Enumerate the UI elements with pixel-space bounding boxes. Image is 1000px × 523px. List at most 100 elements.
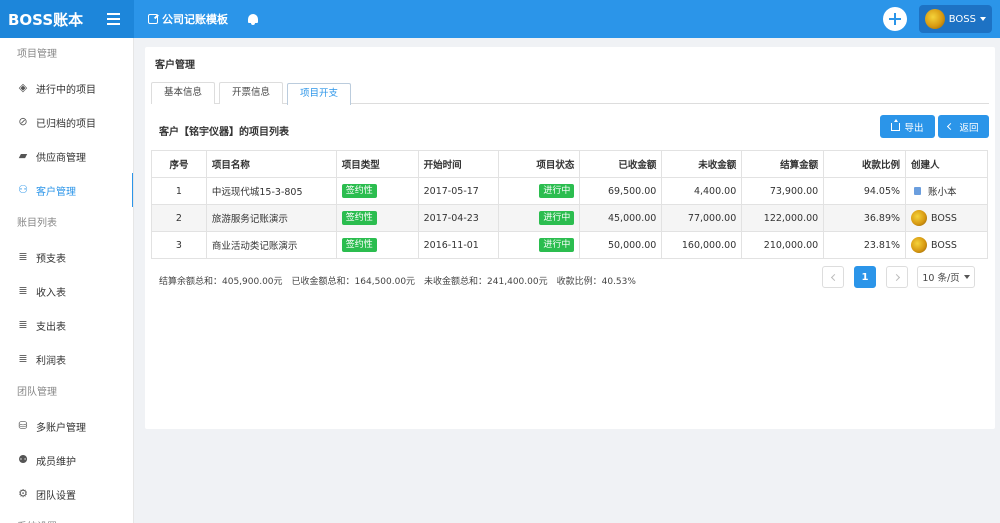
hamburger-menu-icon[interactable] — [107, 13, 121, 25]
sidebar-group-title: 系统设置 — [0, 511, 133, 523]
table-cell-unreceived: 160,000.00 — [661, 231, 743, 259]
column-header: 结算金额 — [741, 150, 825, 178]
column-header: 开始时间 — [417, 150, 499, 178]
sidebar-item[interactable]: ≣ 支出表 — [0, 308, 133, 342]
bell-icon[interactable] — [248, 13, 258, 25]
column-header: 未收金额 — [661, 150, 743, 178]
tab[interactable]: 基本信息 — [151, 82, 216, 104]
project-type-cell: 签约性 — [335, 177, 419, 205]
table-cell-ratio: 36.89% — [823, 204, 907, 232]
sidebar-item-label: 预支表 — [36, 253, 66, 265]
sidebar-item[interactable]: ⛁ 多账户管理 — [0, 409, 133, 443]
status-badge: 进行中 — [539, 211, 575, 225]
table-cell-settled: 73,900.00 — [741, 177, 825, 205]
column-header: 收款比例 — [823, 150, 907, 178]
table-cell-name: 中远现代城15-3-805 — [205, 177, 337, 205]
sidebar-item[interactable]: ▰ 供应商管理 — [0, 139, 133, 173]
chevron-right-icon — [892, 273, 900, 281]
project-type-badge: 签约性 — [341, 211, 377, 225]
project-type-badge: 签约性 — [341, 184, 377, 198]
project-status-cell: 进行中 — [497, 177, 581, 205]
pagination: 1 — [822, 266, 908, 288]
creator-cell: 账小本 — [905, 177, 988, 205]
database-icon: ≣ — [18, 250, 28, 263]
avatar — [911, 210, 928, 226]
column-header: 项目名称 — [205, 150, 337, 178]
avatar — [924, 9, 945, 29]
sidebar-item[interactable]: ≣ 预支表 — [0, 240, 133, 274]
brand-logo-text: BOSS账本 — [8, 10, 84, 29]
project-type-cell: 签约性 — [335, 204, 419, 232]
export-label: 导出 — [904, 122, 924, 134]
database-icon: ≣ — [18, 352, 28, 365]
status-badge: 进行中 — [539, 184, 575, 198]
sidebar-item[interactable]: ◈ 进行中的项目 — [0, 71, 133, 105]
sidebar-item-label: 支出表 — [36, 321, 66, 333]
creator: BOSS — [911, 237, 982, 253]
next-page-button[interactable] — [886, 266, 908, 288]
table-cell-unreceived: 4,400.00 — [661, 177, 743, 205]
sidebar-group-title: 团队管理 — [17, 387, 57, 398]
avatar — [911, 237, 928, 253]
sidebar-item[interactable]: ≣ 利润表 — [0, 342, 133, 376]
column-header: 创建人 — [905, 150, 988, 178]
sidebar-item[interactable]: ⊘ 已归档的项目 — [0, 105, 133, 139]
caret-down-icon — [980, 17, 986, 21]
page-button-current[interactable]: 1 — [854, 266, 876, 288]
table-cell-no: 2 — [151, 204, 207, 232]
user-group-icon: ⚉ — [18, 453, 28, 466]
template-link-label: 公司记账模板 — [162, 13, 228, 26]
page-size-select[interactable]: 10 条/页 — [917, 266, 975, 288]
back-button[interactable]: 返回 — [938, 115, 989, 138]
creator-name: BOSS — [931, 239, 957, 251]
check-circle-icon: ⊘ — [18, 115, 28, 128]
sidebar-item[interactable]: ⚇ 客户管理 — [0, 173, 133, 207]
sidebar: 项目管理 ◈ 进行中的项目 ⊘ 已归档的项目 ▰ 供应商管理 ⚇ 客户管理 账目列表 ≣ 预支表 ≣ 收入… — [0, 38, 134, 523]
sidebar-item-label: 成员维护 — [36, 456, 76, 468]
card-title: 客户管理 — [155, 60, 195, 71]
sidebar-item-label: 客户管理 — [36, 186, 76, 198]
table-header-row: 序号 项目名称 项目类型 开始时间 项目状态 已收金额 未收金额 结算金额 收款比例 创建人 — [151, 150, 988, 178]
user-menu-button[interactable]: BOSS — [918, 5, 992, 33]
brand: BOSS账本 — [0, 0, 134, 38]
table-cell-settled: 122,000.00 — [741, 204, 825, 232]
project-status-cell: 进行中 — [497, 231, 581, 259]
doc-icon — [914, 187, 922, 195]
users-icon: ⚇ — [18, 183, 28, 196]
main-card: 客户管理 基本信息 开票信息 项目开支 客户【铭宇仪器】的项目列表 导出 返回 序号… — [145, 47, 995, 429]
prev-page-button[interactable] — [822, 266, 844, 288]
caret-down-icon — [963, 275, 970, 279]
tab[interactable]: 项目开支 — [287, 83, 352, 105]
status-badge: 进行中 — [539, 238, 575, 252]
settings-icon: ⚙ — [18, 487, 28, 500]
layers-icon: ◈ — [18, 81, 28, 94]
table-row[interactable]: 1 中远现代城15-3-805 签约性 2017-05-17 进行中 69,500.00 4… — [151, 177, 988, 205]
sidebar-item[interactable]: ⚙ 团队设置 — [0, 477, 133, 511]
add-button[interactable] — [882, 7, 907, 31]
tab[interactable]: 开票信息 — [219, 82, 284, 104]
summary-text: 结算余额总和：405,900.00元 已收金额总和：164,500.00元 未收… — [159, 277, 636, 287]
sidebar-item-label: 收入表 — [36, 287, 66, 299]
page-size-label: 10 条/页 — [922, 273, 960, 284]
sidebar-item-label: 已归档的项目 — [36, 118, 96, 130]
user-name: BOSS — [948, 13, 976, 25]
table-cell-no: 3 — [151, 231, 207, 259]
table-row[interactable]: 3 商业活动类记账演示 签约性 2016-11-01 进行中 50,000.00 160,0… — [151, 231, 988, 259]
table-cell-received: 50,000.00 — [579, 231, 663, 259]
database-icon: ≣ — [18, 318, 28, 331]
database-icon: ≣ — [18, 284, 28, 297]
sidebar-item[interactable]: ≣ 收入表 — [0, 274, 133, 308]
sidebar-item[interactable]: ⚉ 成员维护 — [0, 443, 133, 477]
template-link[interactable]: 公司记账模板 — [148, 11, 228, 27]
export-button[interactable]: 导出 — [880, 115, 935, 138]
truck-icon: ▰ — [18, 149, 28, 162]
external-link-icon — [148, 14, 158, 24]
project-table: 序号 项目名称 项目类型 开始时间 项目状态 已收金额 未收金额 结算金额 收款比例 创建人 1中… — [151, 150, 988, 259]
sidebar-item-label: 供应商管理 — [36, 152, 86, 164]
table-cell-ratio: 23.81% — [823, 231, 907, 259]
table-cell-start: 2017-04-23 — [417, 204, 499, 232]
table-cell-received: 45,000.00 — [579, 204, 663, 232]
table-row[interactable]: 2 旅游服务记账演示 签约性 2017-04-23 进行中 45,000.00 77,000… — [151, 204, 988, 232]
table-cell-received: 69,500.00 — [579, 177, 663, 205]
sidebar-group-title: 账目列表 — [17, 218, 57, 229]
